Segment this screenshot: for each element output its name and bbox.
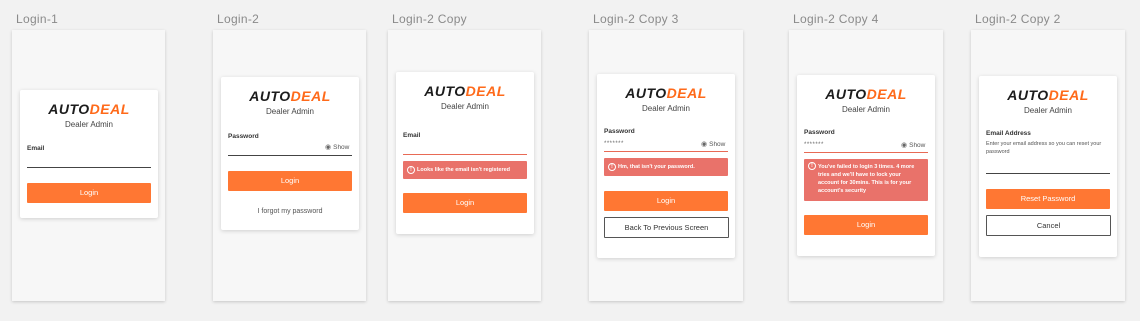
- eye-icon: ◉: [701, 141, 708, 148]
- forgot-password-link[interactable]: I forgot my password: [221, 208, 359, 215]
- autodeal-logo: AUTODEAL: [424, 83, 506, 99]
- subtitle: Dealer Admin: [1023, 106, 1073, 115]
- subtitle: Dealer Admin: [64, 120, 114, 129]
- reset-card: AUTODEAL Dealer Admin Email Address Ente…: [979, 76, 1117, 257]
- artboard-login-2-copy-3: AUTODEAL Dealer Admin Password ******* ◉…: [589, 30, 743, 301]
- email-field[interactable]: [986, 173, 1110, 174]
- email-field[interactable]: [403, 154, 527, 155]
- show-password-toggle[interactable]: ◉ Show: [325, 143, 349, 151]
- eye-icon: ◉: [325, 144, 332, 151]
- login-button[interactable]: Login: [804, 215, 928, 235]
- password-field[interactable]: [804, 152, 928, 153]
- autodeal-logo: AUTODEAL: [625, 85, 707, 101]
- back-button[interactable]: Back To Previous Screen: [604, 217, 729, 238]
- artboard-title: Login-2 Copy 2: [975, 12, 1061, 26]
- password-value: *******: [804, 142, 824, 148]
- artboard-login-2-copy-2: AUTODEAL Dealer Admin Email Address Ente…: [971, 30, 1125, 301]
- password-value: *******: [604, 141, 624, 147]
- login-button[interactable]: Login: [228, 171, 352, 191]
- login-card: AUTODEAL Dealer Admin Email ! Looks like…: [396, 72, 534, 234]
- alert-circle-icon: !: [407, 166, 415, 174]
- login-button[interactable]: Login: [604, 191, 728, 211]
- login-card: AUTODEAL Dealer Admin Email Login: [20, 90, 158, 218]
- password-label: Password: [804, 129, 835, 136]
- subtitle: Dealer Admin: [440, 102, 490, 111]
- alert-circle-icon: !: [608, 163, 616, 171]
- show-password-toggle[interactable]: ◉ Show: [901, 141, 925, 149]
- password-label: Password: [228, 133, 259, 140]
- password-field[interactable]: [228, 155, 352, 156]
- artboard-title: Login-2 Copy 4: [793, 12, 879, 26]
- subtitle: Dealer Admin: [641, 104, 691, 113]
- error-alert: ! Looks like the email isn't registered: [403, 161, 527, 179]
- artboard-login-2-copy-4: AUTODEAL Dealer Admin Password ******* ◉…: [789, 30, 943, 301]
- artboard-login-2: AUTODEAL Dealer Admin Password ◉ Show Log…: [213, 30, 366, 301]
- artboard-title: Login-2 Copy: [392, 12, 467, 26]
- email-label: Email: [403, 132, 421, 139]
- autodeal-logo: AUTODEAL: [1007, 87, 1089, 103]
- email-field[interactable]: [27, 167, 151, 168]
- subtitle: Dealer Admin: [265, 107, 315, 116]
- login-button[interactable]: Login: [403, 193, 527, 213]
- autodeal-logo: AUTODEAL: [249, 88, 331, 104]
- artboard-title: Login-1: [16, 12, 59, 26]
- artboard-login-2-copy: AUTODEAL Dealer Admin Email ! Looks like…: [388, 30, 541, 301]
- reset-hint: Enter your email address so you can rese…: [986, 141, 1102, 155]
- artboard-login-1: AUTODEAL Dealer Admin Email Login: [12, 30, 165, 301]
- eye-icon: ◉: [901, 142, 908, 149]
- show-password-toggle[interactable]: ◉ Show: [701, 140, 725, 148]
- cancel-button[interactable]: Cancel: [986, 215, 1111, 236]
- password-label: Password: [604, 128, 635, 135]
- login-card: AUTODEAL Dealer Admin Password ******* ◉…: [597, 74, 735, 258]
- login-card: AUTODEAL Dealer Admin Password ******* ◉…: [797, 75, 935, 256]
- error-alert: ! You've failed to login 3 times. 4 more…: [804, 159, 928, 201]
- alert-circle-icon: !: [808, 162, 816, 170]
- email-label: Email: [27, 145, 45, 152]
- autodeal-logo: AUTODEAL: [825, 86, 907, 102]
- login-button[interactable]: Login: [27, 183, 151, 203]
- reset-password-button[interactable]: Reset Password: [986, 189, 1110, 209]
- subtitle: Dealer Admin: [841, 105, 891, 114]
- password-field[interactable]: [604, 151, 728, 152]
- login-card: AUTODEAL Dealer Admin Password ◉ Show Log…: [221, 77, 359, 230]
- email-address-label: Email Address: [986, 130, 1031, 137]
- autodeal-logo: AUTODEAL: [48, 101, 130, 117]
- artboard-title: Login-2 Copy 3: [593, 12, 679, 26]
- error-alert: ! Hm, that isn't your password.: [604, 158, 728, 176]
- artboard-title: Login-2: [217, 12, 260, 26]
